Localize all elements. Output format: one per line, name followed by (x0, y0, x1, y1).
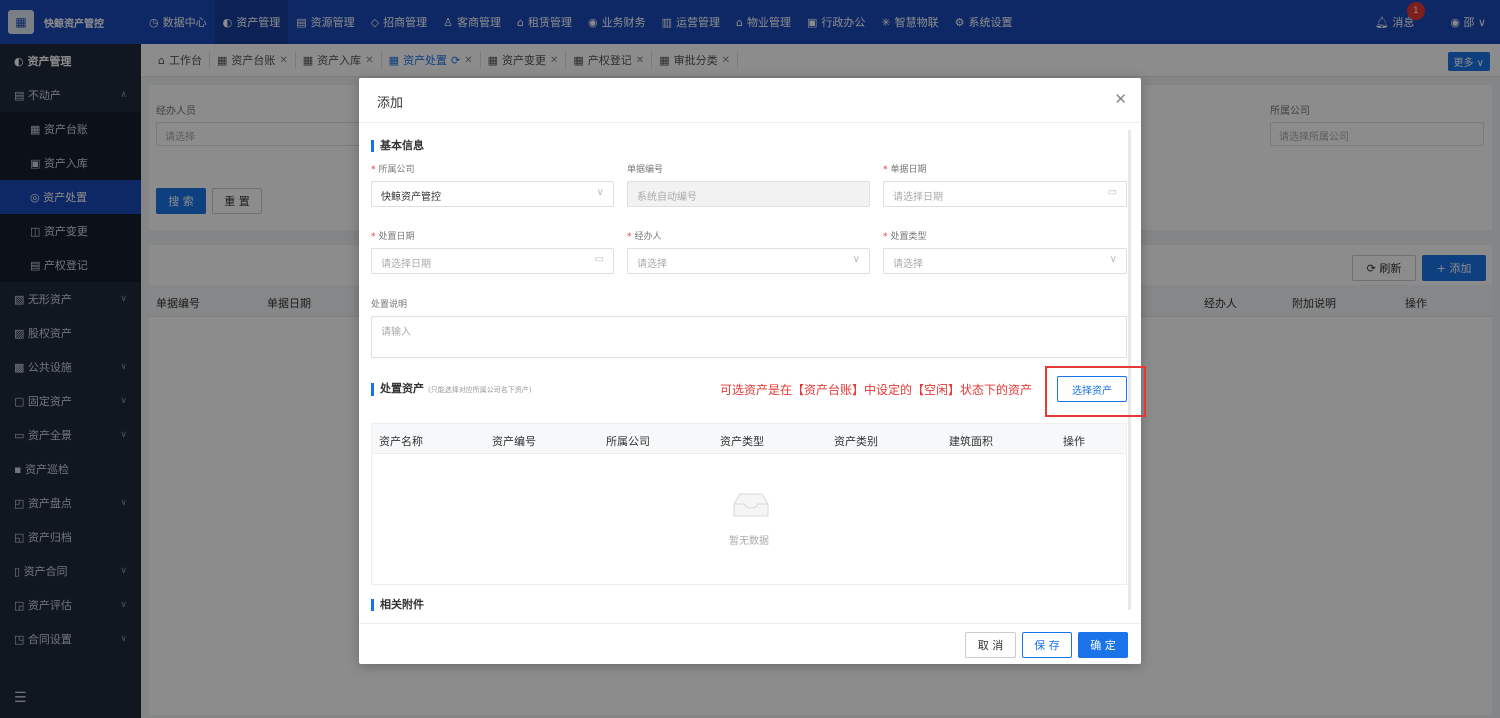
company-label: * 所属公司 (371, 165, 415, 175)
save-button[interactable]: 保 存 (1022, 632, 1072, 658)
divider (359, 122, 1141, 123)
doc-date-picker[interactable]: 请选择日期 ▭ (883, 181, 1127, 207)
section-basic-info: 基本信息 (371, 140, 424, 152)
dispose-type-select[interactable]: 请选择 ∨ (883, 248, 1127, 274)
dispose-date-picker[interactable]: 请选择日期 ▭ (371, 248, 614, 274)
desc-label: 处置说明 (371, 300, 408, 310)
assets-table: 资产名称 资产编号 所属公司 资产类型 资产类别 建筑面积 操作 暂无数据 (371, 423, 1127, 585)
column-header: 资产编号 (492, 435, 536, 448)
section-hint: (只能选择对应所属公司名下资产) (428, 386, 532, 394)
confirm-button[interactable]: 确 定 (1078, 632, 1128, 658)
column-header: 所属公司 (606, 435, 650, 448)
empty-inbox-icon (733, 493, 769, 517)
calendar-icon: ▭ (594, 254, 604, 265)
column-header: 建筑面积 (949, 435, 993, 448)
column-header: 资产类别 (834, 435, 878, 448)
assets-table-header: 资产名称 资产编号 所属公司 资产类型 资产类别 建筑面积 操作 (372, 424, 1126, 454)
column-header: 资产名称 (379, 435, 423, 448)
company-select[interactable]: 快鲸资产管控 ∨ (371, 181, 614, 207)
doc-date-label: * 单据日期 (883, 165, 927, 175)
add-dialog: 添加 ✕ 基本信息 * 所属公司 快鲸资产管控 ∨ 单据编号 系统自动编号 * 单据… (359, 78, 1146, 664)
empty-text: 暂无数据 (729, 536, 769, 547)
divider (359, 623, 1141, 624)
doc-no-label: 单据编号 (627, 165, 664, 175)
select-assets-button[interactable]: 选择资产 (1057, 376, 1127, 402)
chevron-down-icon: ∨ (852, 254, 860, 265)
calendar-icon: ▭ (1107, 187, 1117, 198)
section-attachments: 相关附件 (371, 599, 424, 611)
section-dispose-assets: 处置资产 (只能选择对应所属公司名下资产) (371, 383, 531, 396)
chevron-down-icon: ∨ (1109, 254, 1117, 265)
dialog-title: 添加 (377, 96, 404, 111)
desc-textarea[interactable]: 请输入 (371, 316, 1127, 358)
handler-select[interactable]: 请选择 ∨ (627, 248, 870, 274)
dispose-date-label: * 处置日期 (371, 232, 415, 242)
annotation-note: 可选资产是在【资产台账】中设定的【空闲】状态下的资产 (720, 383, 1033, 397)
column-header: 操作 (1063, 435, 1085, 448)
handler-label: * 经办人 (627, 232, 662, 242)
dispose-type-label: * 处置类型 (883, 232, 927, 242)
chevron-down-icon: ∨ (596, 187, 604, 198)
doc-no-input: 系统自动编号 (627, 181, 870, 207)
close-icon[interactable]: ✕ (1114, 90, 1127, 108)
column-header: 资产类型 (720, 435, 764, 448)
cancel-button[interactable]: 取 消 (965, 632, 1016, 658)
